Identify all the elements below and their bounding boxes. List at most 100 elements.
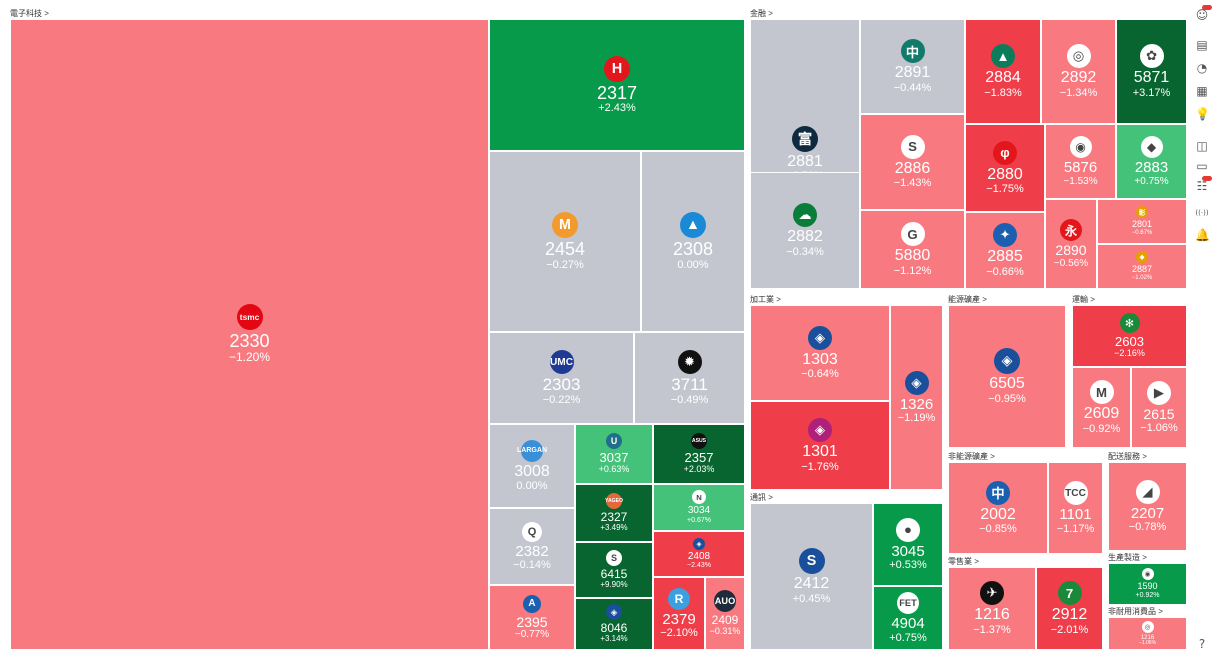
- stock-tile[interactable]: ● 3045 +0.53%: [873, 503, 943, 586]
- company-logo-icon: ✈: [980, 581, 1004, 606]
- chat-icon[interactable]: ◫: [1195, 139, 1209, 153]
- section-header-electronics[interactable]: 電子科技 >: [10, 9, 49, 19]
- help-icon[interactable]: ?: [1195, 637, 1209, 651]
- stock-tile[interactable]: 中 2891 −0.44%: [860, 19, 965, 114]
- stock-tile[interactable]: M 2454 −0.27%: [489, 151, 641, 332]
- stock-tile[interactable]: U 3037 +0.63%: [575, 424, 653, 484]
- stock-tile[interactable]: ✿ 5871 +3.17%: [1116, 19, 1187, 124]
- company-logo-icon: ▲: [680, 212, 706, 238]
- news-icon[interactable]: ▤: [1195, 38, 1209, 52]
- stock-tile[interactable]: S 2412 +0.45%: [750, 503, 873, 650]
- stock-tile[interactable]: tsmc 2330 −1.20%: [10, 19, 489, 650]
- stock-tile[interactable]: ☁ 2882 −0.34%: [750, 172, 860, 289]
- stock-tile[interactable]: AUO 2409 −0.31%: [705, 577, 745, 650]
- stock-tile[interactable]: ◎ 2892 −1.34%: [1041, 19, 1116, 124]
- stock-tile[interactable]: LARGAN 3008 0.00%: [489, 424, 575, 508]
- stock-tile[interactable]: ◈ 8046 +3.14%: [575, 598, 653, 650]
- stock-tile[interactable]: ▲ 2308 0.00%: [641, 151, 745, 332]
- stock-change-percent: −0.27%: [546, 258, 584, 271]
- stock-change-percent: +2.43%: [598, 102, 636, 115]
- stock-tile[interactable]: ◢ 2207 −0.78%: [1108, 462, 1187, 551]
- stock-tile[interactable]: ▶ 2615 −1.06%: [1131, 367, 1187, 448]
- stock-change-percent: −1.06%: [1138, 639, 1157, 646]
- section-header-distribution[interactable]: 配送服務 >: [1108, 452, 1147, 462]
- notification-badge: [1202, 176, 1212, 181]
- stock-tile[interactable]: A 2395 −0.77%: [489, 585, 575, 650]
- section-header-processing[interactable]: 加工業 >: [750, 295, 781, 305]
- stock-code: 2885: [987, 248, 1023, 266]
- broadcast-icon[interactable]: ((·)): [1195, 206, 1209, 220]
- stock-tile[interactable]: YAGEO 2327 +3.49%: [575, 484, 653, 542]
- stock-tile[interactable]: ✻ 2603 −2.16%: [1072, 305, 1187, 367]
- stock-tile[interactable]: ◈ 1301 −1.76%: [750, 401, 890, 490]
- stock-tile[interactable]: TCC 1101 −1.17%: [1048, 462, 1103, 554]
- stock-tile[interactable]: 7 2912 −2.01%: [1036, 567, 1103, 650]
- stock-tile[interactable]: M 2609 −0.92%: [1072, 367, 1131, 448]
- stock-tile[interactable]: 永 2890 −0.56%: [1045, 199, 1097, 289]
- stock-tile[interactable]: 中 2002 −0.85%: [948, 462, 1048, 554]
- section-header-transport[interactable]: 運輸 >: [1072, 295, 1095, 305]
- stock-tile[interactable]: N 3034 +0.67%: [653, 484, 745, 531]
- stock-tile[interactable]: S 6415 +9.90%: [575, 542, 653, 598]
- stock-code: 6505: [989, 375, 1025, 393]
- company-logo-icon: R: [668, 587, 690, 610]
- community-icon[interactable]: ☷: [1195, 176, 1212, 193]
- stock-code: 2801: [1131, 219, 1153, 230]
- stock-code: 1216: [974, 606, 1010, 624]
- stock-tile[interactable]: ▲ 2884 −1.83%: [965, 19, 1041, 124]
- idea-icon[interactable]: 💡: [1195, 107, 1210, 121]
- stock-change-percent: −1.43%: [893, 177, 932, 190]
- company-logo-icon: ◈: [904, 370, 929, 395]
- stock-code: 2912: [1051, 606, 1088, 624]
- alert-clock-icon[interactable]: ◔: [1195, 61, 1209, 75]
- stock-tile[interactable]: ◎ 1216 −1.06%: [1108, 617, 1187, 650]
- bell-icon[interactable]: 🔔: [1195, 228, 1210, 242]
- stock-tile[interactable]: G 5880 −1.12%: [860, 210, 965, 289]
- stock-tile[interactable]: ◈ 1326 −1.19%: [890, 305, 943, 490]
- stock-change-percent: −0.77%: [514, 629, 550, 641]
- stock-tile[interactable]: ◉ 5876 −1.53%: [1045, 124, 1116, 199]
- section-header-retail[interactable]: 零售業 >: [948, 557, 979, 567]
- stock-change-percent: −1.02%: [1131, 274, 1153, 281]
- stock-tile[interactable]: ◆ 2887 −1.02%: [1097, 244, 1187, 289]
- stock-change-percent: −1.06%: [1140, 421, 1178, 434]
- stock-tile[interactable]: Q 2382 −0.14%: [489, 508, 575, 585]
- stock-tile[interactable]: ◈ 2408 −2.43%: [653, 531, 745, 577]
- stock-code: 2379: [662, 610, 696, 628]
- stock-tile[interactable]: ✦ 2885 −0.66%: [965, 212, 1045, 289]
- stock-tile[interactable]: ASUS 2357 +2.03%: [653, 424, 745, 484]
- stock-code: 2881: [787, 152, 823, 170]
- stock-code: 1301: [802, 443, 838, 461]
- stock-code: 2886: [894, 159, 931, 177]
- stock-tile[interactable]: ◈ 1303 −0.64%: [750, 305, 890, 401]
- calendar-icon[interactable]: ▦: [1195, 84, 1209, 98]
- section-header-telecom[interactable]: 通訊 >: [750, 493, 773, 503]
- stock-tile[interactable]: FET 4904 +0.75%: [873, 586, 943, 650]
- stock-tile[interactable]: 彰 2801 −0.67%: [1097, 199, 1187, 244]
- stock-code: 2880: [987, 165, 1023, 183]
- company-logo-icon: 中: [986, 480, 1010, 505]
- stock-tile[interactable]: ◆ 2883 +0.75%: [1116, 124, 1187, 199]
- section-header-energy[interactable]: 能源礦產 >: [948, 295, 987, 305]
- stock-change-percent: +0.63%: [598, 463, 630, 474]
- section-header-finance[interactable]: 金融 >: [750, 9, 773, 19]
- message-icon[interactable]: ▭: [1195, 159, 1209, 173]
- stock-change-percent: −1.19%: [897, 412, 936, 425]
- stock-tile[interactable]: ✹ 3711 −0.49%: [634, 332, 745, 424]
- stock-tile[interactable]: ◉ 1590 +0.92%: [1108, 563, 1187, 605]
- company-logo-icon: S: [606, 550, 622, 567]
- section-header-durables[interactable]: 非耐用消費品 >: [1108, 607, 1163, 617]
- stock-tile[interactable]: S 2886 −1.43%: [860, 114, 965, 210]
- stock-tile[interactable]: ◈ 6505 −0.95%: [948, 305, 1066, 448]
- stock-tile[interactable]: φ 2880 −1.75%: [965, 124, 1045, 212]
- stock-tile[interactable]: UMC 2303 −0.22%: [489, 332, 634, 424]
- section-header-manufacturing[interactable]: 生產製造 >: [1108, 553, 1147, 563]
- stock-tile[interactable]: H 2317 +2.43%: [489, 19, 745, 151]
- section-header-nonenergy[interactable]: 非能源礦產 >: [948, 452, 995, 462]
- stock-change-percent: −1.20%: [228, 350, 271, 365]
- stock-code: 2609: [1083, 405, 1120, 423]
- stock-tile[interactable]: ✈ 1216 −1.37%: [948, 567, 1036, 650]
- watchlist-icon[interactable]: ☺: [1195, 5, 1212, 22]
- stock-change-percent: 0.00%: [677, 258, 709, 271]
- stock-tile[interactable]: R 2379 −2.10%: [653, 577, 705, 650]
